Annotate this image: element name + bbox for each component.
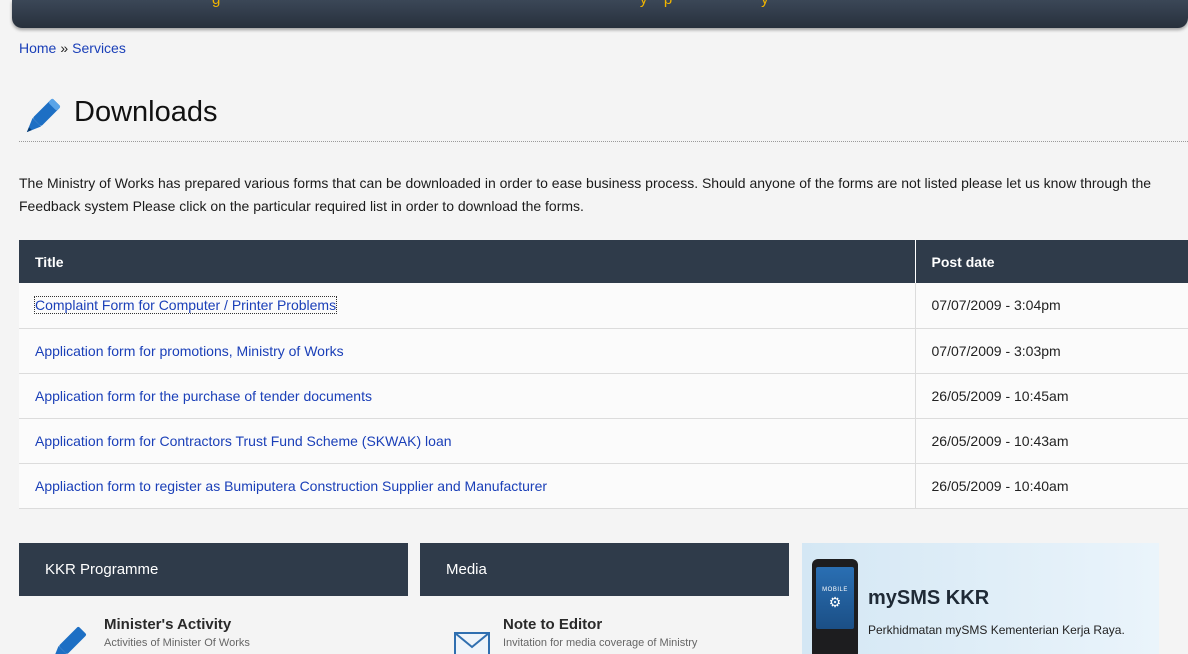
note-to-editor-subtitle: Invitation for media coverage of Ministr… — [503, 637, 698, 649]
post-date: 07/07/2009 - 3:04pm — [914, 283, 1188, 329]
mobile-screen-label: MOBILE — [822, 587, 848, 593]
kkr-programme-panel: KKR Programme Minister's Activity Activi… — [19, 543, 408, 654]
ministers-activity-title[interactable]: Minister's Activity — [104, 616, 231, 633]
table-header-row: Title Post date — [19, 240, 1188, 283]
media-heading: Media — [420, 543, 789, 596]
mysms-banner[interactable]: MOBILE ⚙ mySMS KKR Perkhidmatan mySMS Ke… — [802, 543, 1159, 654]
breadcrumb-home-link[interactable]: Home — [19, 40, 56, 56]
table-row: Application form for Contractors Trust F… — [19, 418, 1188, 464]
ministers-activity-item[interactable]: Minister's Activity Activities of Minist… — [19, 596, 408, 654]
note-to-editor-item[interactable]: Note to Editor Invitation for media cove… — [420, 596, 789, 654]
post-date: 07/07/2009 - 3:03pm — [914, 328, 1188, 374]
page-heading: Downloads — [19, 92, 1188, 142]
gear-icon: ⚙ — [828, 594, 842, 610]
mysms-description: Perkhidmatan mySMS Kementerian Kerja Ray… — [868, 623, 1125, 637]
page-title: Downloads — [74, 96, 218, 128]
kkr-programme-heading: KKR Programme — [19, 543, 408, 596]
post-date: 26/05/2009 - 10:45am — [914, 373, 1188, 419]
pencil-icon — [26, 99, 60, 133]
mysms-title: mySMS KKR — [868, 587, 990, 609]
envelope-icon — [454, 632, 490, 654]
table-row: Complaint Form for Computer / Printer Pr… — [19, 283, 1188, 329]
download-link[interactable]: Application form for the purchase of ten… — [35, 388, 372, 404]
intro-text: The Ministry of Works has prepared vario… — [19, 175, 1152, 214]
column-header-title[interactable]: Title — [19, 240, 915, 283]
topbar-clipped-text: g y p y — [212, 0, 912, 8]
post-date: 26/05/2009 - 10:43am — [914, 418, 1188, 464]
breadcrumb: Home» Services — [19, 40, 126, 56]
download-link[interactable]: Application form for promotions, Ministr… — [35, 343, 344, 359]
note-to-editor-title[interactable]: Note to Editor — [503, 616, 602, 633]
post-date: 26/05/2009 - 10:40am — [914, 463, 1188, 509]
download-link[interactable]: Appliaction form to register as Bumipute… — [35, 478, 547, 494]
ministers-activity-subtitle: Activities of Minister Of Works — [104, 637, 250, 649]
table-row: Application form for the purchase of ten… — [19, 373, 1188, 419]
download-link[interactable]: Application form for Contractors Trust F… — [35, 433, 452, 449]
downloads-table: Title Post date Complaint Form for Compu… — [19, 240, 1188, 509]
download-link[interactable]: Complaint Form for Computer / Printer Pr… — [33, 296, 338, 315]
table-row: Application form for promotions, Ministr… — [19, 328, 1188, 374]
top-navigation-bar: g y p y — [12, 0, 1188, 28]
mobile-phone-icon: MOBILE ⚙ — [812, 559, 858, 654]
pencil-icon — [52, 627, 86, 654]
breadcrumb-services-link[interactable]: Services — [72, 40, 126, 56]
column-header-post-date[interactable]: Post date — [914, 240, 1188, 283]
media-panel: Media Note to Editor Invitation for medi… — [420, 543, 789, 654]
breadcrumb-separator: » — [60, 40, 69, 56]
table-row: Appliaction form to register as Bumipute… — [19, 463, 1188, 509]
